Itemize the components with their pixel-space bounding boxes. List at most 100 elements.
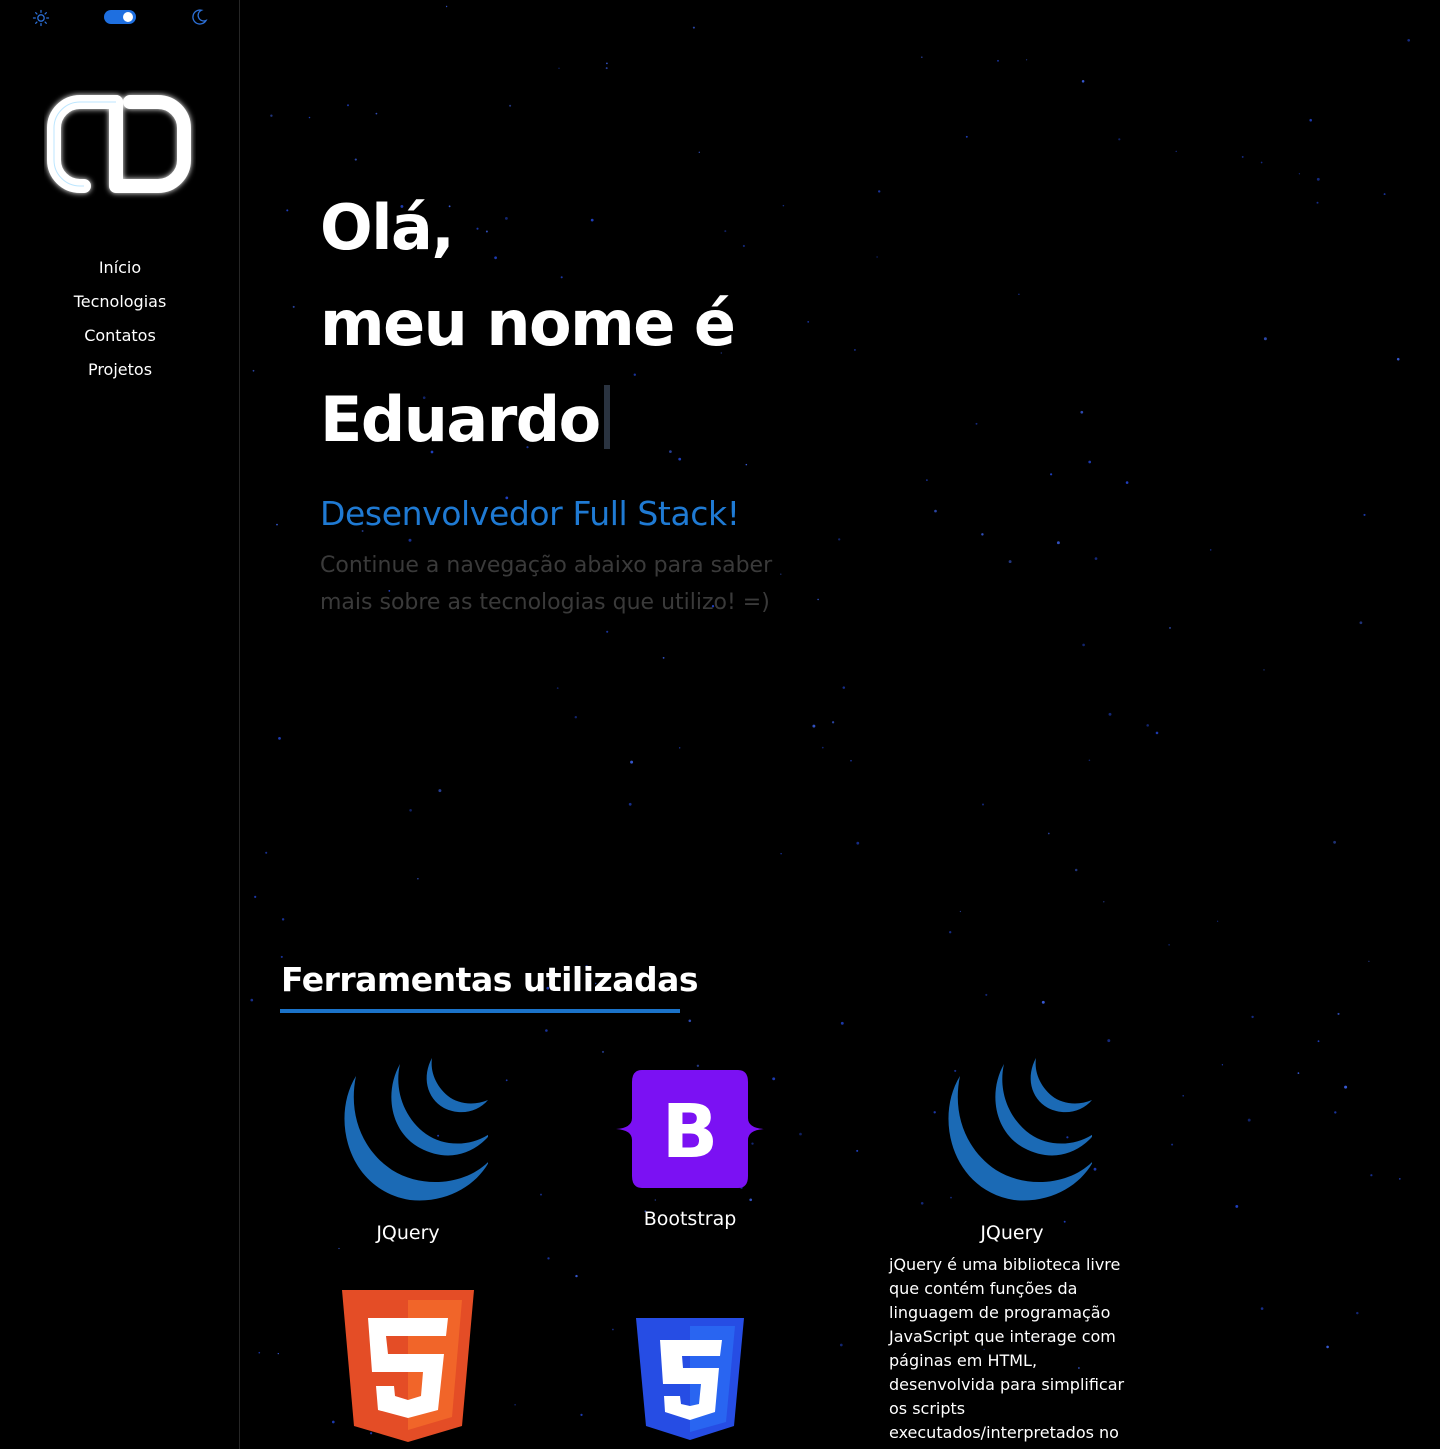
star	[1326, 1345, 1329, 1349]
nav-link-tecnologias[interactable]: Tecnologias	[74, 292, 167, 311]
hero-subtitle: Desenvolvedor Full Stack!	[320, 494, 740, 533]
hero-section: Olá, meu nome é Eduardo Desenvolvedor Fu…	[320, 180, 840, 621]
star	[1209, 549, 1212, 551]
star	[1368, 960, 1370, 962]
nav-link-projetos[interactable]: Projetos	[88, 360, 152, 379]
star	[821, 746, 824, 749]
tools-title-underline	[280, 1009, 680, 1013]
star	[574, 715, 578, 719]
star	[812, 724, 816, 728]
star	[1082, 643, 1085, 647]
star	[292, 305, 295, 308]
star	[688, 1019, 692, 1023]
tool-label-jquery-2: JQuery	[980, 1222, 1044, 1244]
star	[545, 1029, 548, 1032]
star	[1363, 513, 1366, 516]
star	[606, 630, 609, 633]
star	[445, 5, 448, 8]
star	[876, 256, 878, 258]
star	[509, 104, 512, 107]
star	[1080, 410, 1084, 414]
theme-switcher	[0, 8, 240, 28]
star	[331, 1420, 335, 1424]
tool-card-css3[interactable]	[636, 1318, 744, 1440]
star	[308, 116, 311, 119]
star	[839, 1343, 843, 1347]
hero-description: Continue a navegação abaixo para saber m…	[320, 553, 773, 615]
star	[580, 1413, 583, 1417]
star	[997, 59, 999, 62]
star	[878, 190, 881, 193]
star	[1088, 460, 1092, 464]
star	[780, 853, 782, 855]
star	[1047, 832, 1050, 835]
star	[505, 1079, 508, 1082]
sun-icon[interactable]	[32, 9, 50, 27]
tools-section-title: Ferramentas utilizadas	[281, 960, 699, 999]
star	[281, 918, 285, 921]
star	[856, 1149, 859, 1152]
star	[1241, 155, 1244, 158]
star	[601, 1050, 605, 1053]
star	[1309, 118, 1312, 122]
star	[286, 209, 289, 212]
star	[981, 533, 984, 536]
star	[575, 1274, 578, 1278]
star	[1118, 138, 1121, 141]
star	[1171, 1143, 1174, 1146]
main-nav: Início Tecnologias Contatos Projetos	[0, 258, 240, 394]
moon-icon[interactable]	[190, 8, 208, 26]
nav-link-contatos[interactable]: Contatos	[84, 326, 156, 345]
star	[354, 158, 357, 161]
tool-card-bootstrap[interactable]: B Bootstrap	[600, 1068, 780, 1230]
star	[1333, 840, 1337, 844]
star	[346, 104, 350, 107]
star	[981, 803, 985, 806]
star	[696, 1064, 700, 1067]
toggle-knob	[123, 12, 133, 22]
star	[679, 747, 681, 749]
star	[1074, 868, 1078, 872]
star	[1008, 560, 1012, 564]
star	[1316, 201, 1319, 204]
star	[254, 895, 257, 899]
nav-item-tecnologias: Tecnologias	[0, 292, 240, 326]
star	[1125, 481, 1129, 484]
jquery-icon	[344, 1058, 488, 1201]
svg-text:B: B	[662, 1089, 718, 1175]
theme-toggle[interactable]	[104, 10, 136, 24]
tool-card-html5[interactable]	[340, 1290, 476, 1442]
star	[1094, 557, 1098, 560]
star	[265, 851, 268, 854]
tool-card-jquery-2[interactable]: JQuery	[922, 1058, 1102, 1244]
star	[1041, 1000, 1045, 1004]
star	[1146, 724, 1149, 727]
star	[270, 114, 273, 117]
star	[1260, 1307, 1264, 1310]
sidebar: Início Tecnologias Contatos Projetos	[0, 0, 240, 1449]
star	[252, 369, 255, 372]
star	[698, 151, 700, 153]
star	[1081, 80, 1085, 83]
star	[1107, 1039, 1111, 1043]
star	[1247, 1118, 1251, 1122]
star	[1337, 1012, 1340, 1015]
star	[856, 841, 860, 845]
star	[630, 760, 634, 764]
star	[1175, 150, 1177, 153]
star	[258, 1351, 261, 1354]
star	[692, 26, 695, 29]
star	[547, 1257, 550, 1260]
star	[250, 998, 254, 1002]
logo-icon[interactable]	[44, 90, 196, 202]
star	[1049, 473, 1053, 476]
star	[1018, 293, 1020, 296]
nav-link-inicio[interactable]: Início	[99, 258, 141, 277]
star	[438, 789, 442, 793]
star	[853, 348, 856, 351]
star	[1316, 177, 1320, 181]
tool-card-jquery[interactable]: JQuery	[318, 1058, 498, 1244]
star	[1103, 901, 1105, 903]
star	[1169, 626, 1171, 629]
star	[278, 737, 281, 740]
